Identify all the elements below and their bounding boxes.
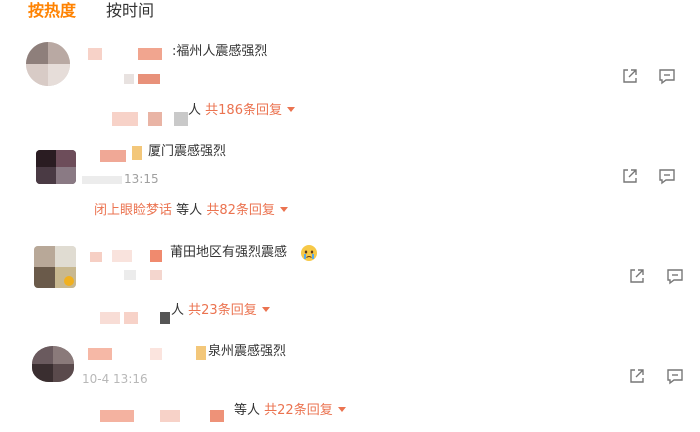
comment-text: 泉州震感强烈 <box>208 344 287 359</box>
blurred-reply-name <box>100 312 120 324</box>
comment-icon[interactable] <box>658 167 676 185</box>
blurred-time <box>124 270 136 280</box>
reply-names: 等人 <box>234 403 261 418</box>
reply-count-label: 共22条回复 <box>264 403 333 418</box>
tab-by-hot[interactable]: 按热度 <box>28 0 76 26</box>
reply-count-link[interactable]: 共23条回复 <box>188 303 270 318</box>
blurred-username <box>150 348 162 360</box>
blurred-reply-name <box>148 112 162 126</box>
share-icon[interactable] <box>621 67 639 85</box>
blurred-time <box>138 74 160 84</box>
reply-count-label: 共82条回复 <box>206 203 275 218</box>
blurred-username <box>196 346 206 360</box>
comment-time: 13:15 <box>124 172 159 186</box>
blurred-username <box>88 48 102 60</box>
crying-emoji-icon <box>301 245 317 261</box>
share-icon[interactable] <box>621 167 639 185</box>
blurred-username <box>150 250 162 262</box>
comment-icon[interactable] <box>666 367 684 385</box>
reply-count-link[interactable]: 共22条回复 <box>264 403 346 418</box>
blurred-reply-name <box>210 410 224 422</box>
reply-count-link[interactable]: 共82条回复 <box>206 203 288 218</box>
avatar[interactable] <box>34 246 76 288</box>
sort-tabs: 按热度 按时间 <box>28 0 154 26</box>
avatar[interactable] <box>32 346 74 382</box>
reply-count-link[interactable]: 共186条回复 <box>205 103 295 118</box>
avatar[interactable] <box>26 42 70 86</box>
reply-summary: 闭上眼睑梦话 等人 共82条回复 <box>94 202 288 220</box>
blurred-time <box>82 176 122 184</box>
blurred-reply-name <box>100 410 134 422</box>
blurred-username <box>132 146 142 160</box>
blurred-reply-name <box>124 312 138 324</box>
comment-time: 10-4 13:16 <box>82 372 148 386</box>
comment-text: 厦门震感强烈 <box>148 144 227 159</box>
tab-by-time[interactable]: 按时间 <box>106 0 154 26</box>
blurred-time <box>124 74 134 84</box>
reply-names: 人 <box>171 303 185 318</box>
share-icon[interactable] <box>628 367 646 385</box>
chevron-down-icon <box>337 407 346 412</box>
blurred-username <box>90 252 102 262</box>
reply-summary: 等人 共22条回复 <box>234 402 346 420</box>
blurred-reply-name <box>112 112 138 126</box>
blurred-username <box>100 150 126 162</box>
comment-icon[interactable] <box>666 267 684 285</box>
reply-count-label: 共186条回复 <box>205 103 282 118</box>
reply-count-label: 共23条回复 <box>188 303 257 318</box>
chevron-down-icon <box>279 207 288 212</box>
chevron-down-icon <box>286 107 295 112</box>
blurred-reply-name <box>174 112 188 126</box>
blurred-reply-name <box>160 312 170 324</box>
chevron-down-icon <box>261 307 270 312</box>
comment-text: 莆田地区有强烈震感 <box>170 245 288 260</box>
reply-summary: 人 共23条回复 <box>171 302 270 320</box>
reply-summary: 人 共186条回复 <box>188 102 295 120</box>
blurred-username <box>112 250 132 262</box>
comment-text: :福州人震感强烈 <box>172 44 268 59</box>
reply-names: 人 <box>188 103 202 118</box>
blurred-username <box>138 48 162 60</box>
comment-icon[interactable] <box>658 67 676 85</box>
reply-names-suffix: 等人 <box>176 203 203 218</box>
blurred-reply-name <box>160 410 180 422</box>
avatar[interactable] <box>36 150 76 184</box>
blurred-time <box>150 270 162 280</box>
share-icon[interactable] <box>628 267 646 285</box>
blurred-username <box>88 348 112 360</box>
reply-names[interactable]: 闭上眼睑梦话 <box>94 203 172 218</box>
